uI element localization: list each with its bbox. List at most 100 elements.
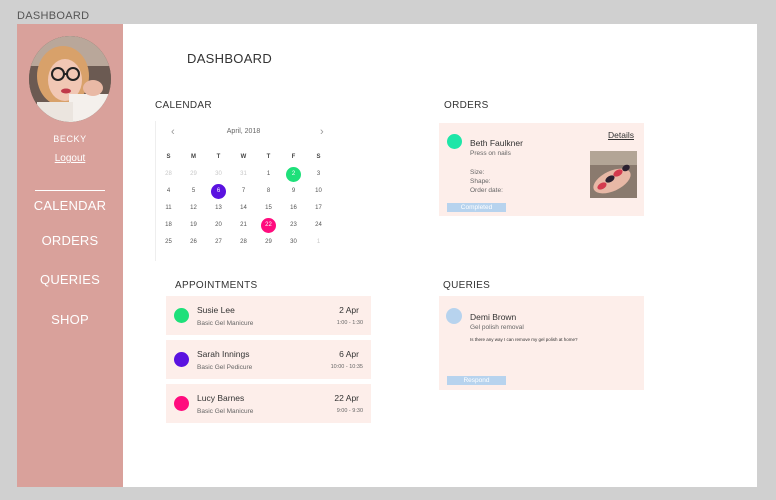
- order-product: Press on nails: [470, 150, 511, 157]
- calendar-day[interactable]: 28: [156, 166, 181, 183]
- calendar-weekday: W: [240, 154, 247, 160]
- appointment-service: Basic Gel Pedicure: [197, 364, 253, 371]
- query-card: Demi Brown Gel polish removal Is there a…: [439, 296, 644, 390]
- calendar-week-row: 28 29 30 31 1 2 3: [156, 166, 331, 183]
- calendar-day[interactable]: 14: [231, 200, 256, 217]
- calendar-day-number: 1: [266, 171, 271, 177]
- sidebar-item-shop[interactable]: SHOP: [17, 312, 123, 327]
- calendar-day-number: 9: [291, 188, 296, 194]
- calendar-day-number: 1: [316, 239, 321, 245]
- calendar-day[interactable]: 18: [156, 217, 181, 234]
- appointment-time: 1:00 - 1:30: [336, 320, 363, 326]
- calendar-day-number: 28: [165, 171, 172, 177]
- calendar-day[interactable]: 24: [306, 217, 331, 234]
- calendar-day[interactable]: 27: [206, 234, 231, 251]
- calendar-day[interactable]: 1: [256, 166, 281, 183]
- appointment-card[interactable]: Susie Lee Basic Gel Manicure 2 Apr 1:00 …: [166, 296, 371, 335]
- appointment-card[interactable]: Sarah Innings Basic Gel Pedicure 6 Apr 1…: [166, 340, 371, 379]
- order-details-link[interactable]: Details: [608, 130, 634, 140]
- calendar-day-number: 6: [216, 188, 221, 194]
- calendar-day-number: 4: [166, 188, 171, 194]
- calendar-day[interactable]: 16: [281, 200, 306, 217]
- calendar-day-number: 2: [291, 171, 296, 177]
- sidebar-item-queries[interactable]: QUERIES: [17, 272, 123, 287]
- calendar-day-number: 12: [190, 205, 197, 211]
- order-size-label: Size:: [470, 169, 485, 176]
- calendar-day-number: 28: [240, 239, 247, 245]
- calendar-day[interactable]: 25: [156, 234, 181, 251]
- calendar-day-number: 20: [215, 222, 222, 228]
- calendar-day[interactable]: 11: [156, 200, 181, 217]
- calendar-week-row: 11 12 13 14 15 16 17: [156, 200, 331, 217]
- appointment-time: 9:00 - 9:30: [336, 408, 363, 414]
- calendar-day[interactable]: 29: [181, 166, 206, 183]
- calendar-day[interactable]: 1: [306, 234, 331, 251]
- calendar-day-number: 14: [240, 205, 247, 211]
- order-date-label: Order date:: [470, 187, 503, 194]
- calendar-section-title: CALENDAR: [155, 100, 212, 111]
- calendar-day[interactable]: 30: [281, 234, 306, 251]
- calendar-day[interactable]: 31: [231, 166, 256, 183]
- order-status-dot: [447, 134, 462, 149]
- calendar-day[interactable]: 9: [281, 183, 306, 200]
- calendar-day-number: 13: [215, 205, 222, 211]
- calendar-day[interactable]: 17: [306, 200, 331, 217]
- calendar-day[interactable]: 19: [181, 217, 206, 234]
- order-customer-name: Beth Faulkner: [470, 138, 523, 148]
- calendar-day[interactable]: 5: [181, 183, 206, 200]
- logout-link[interactable]: Logout: [17, 153, 123, 164]
- calendar-day[interactable]: 4: [156, 183, 181, 200]
- calendar-day[interactable]: 30: [206, 166, 231, 183]
- appointment-date: 6 Apr: [339, 349, 359, 359]
- appointment-color-dot: [174, 308, 189, 323]
- appointment-client-name: Susie Lee: [197, 305, 235, 315]
- sidebar: BECKY Logout CALENDAR ORDERS QUERIES SHO…: [17, 24, 123, 487]
- calendar-day-number: 11: [165, 205, 172, 211]
- calendar-day-number: 25: [165, 239, 172, 245]
- order-card: Beth Faulkner Press on nails Size: Shape…: [439, 123, 644, 216]
- page-title: DASHBOARD: [187, 51, 273, 66]
- calendar-day[interactable]: 2: [281, 166, 306, 183]
- calendar-day-number: 16: [290, 205, 297, 211]
- chevron-right-icon[interactable]: ›: [320, 126, 324, 138]
- calendar-month-label: April, 2018: [226, 128, 261, 135]
- calendar-weekday: T: [216, 154, 221, 160]
- calendar-day-number: 22: [265, 222, 272, 228]
- calendar-day-number: 24: [315, 222, 322, 228]
- queries-section-title: QUERIES: [443, 280, 491, 291]
- calendar-weekday: T: [266, 154, 271, 160]
- sidebar-item-orders[interactable]: ORDERS: [17, 233, 123, 248]
- calendar-day[interactable]: 3: [306, 166, 331, 183]
- calendar-day[interactable]: 28: [231, 234, 256, 251]
- query-message: Is there any way I can remove my gel pol…: [470, 337, 578, 342]
- calendar-day[interactable]: 15: [256, 200, 281, 217]
- calendar-day[interactable]: 8: [256, 183, 281, 200]
- calendar-day[interactable]: 6: [206, 183, 231, 200]
- calendar-day-number: 8: [266, 188, 271, 194]
- calendar-widget: ‹ April, 2018 › S M T W T F S 28 29 30 31 1 2 3 4 5 6 7 8 9…: [155, 121, 330, 261]
- calendar-day-number: 19: [190, 222, 197, 228]
- calendar-day[interactable]: 21: [231, 217, 256, 234]
- calendar-day[interactable]: 29: [256, 234, 281, 251]
- calendar-week-row: 25 26 27 28 29 30 1: [156, 234, 331, 251]
- calendar-day[interactable]: 23: [281, 217, 306, 234]
- appointment-client-name: Lucy Barnes: [197, 393, 245, 403]
- order-status-badge: Completed: [447, 203, 506, 212]
- sidebar-item-calendar[interactable]: CALENDAR: [17, 198, 123, 213]
- calendar-day[interactable]: 13: [206, 200, 231, 217]
- calendar-day[interactable]: 12: [181, 200, 206, 217]
- query-topic: Gel polish removal: [470, 324, 524, 331]
- appointment-card[interactable]: Lucy Barnes Basic Gel Manicure 22 Apr 9:…: [166, 384, 371, 423]
- calendar-day[interactable]: 22: [256, 217, 281, 234]
- calendar-day[interactable]: 10: [306, 183, 331, 200]
- calendar-day[interactable]: 20: [206, 217, 231, 234]
- calendar-day-number: 29: [265, 239, 272, 245]
- calendar-day-number: 3: [316, 171, 321, 177]
- calendar-day[interactable]: 7: [231, 183, 256, 200]
- dashboard-frame: BECKY Logout CALENDAR ORDERS QUERIES SHO…: [17, 24, 757, 487]
- calendar-day-number: 10: [315, 188, 322, 194]
- nail-photo: [590, 151, 637, 198]
- calendar-day[interactable]: 26: [181, 234, 206, 251]
- respond-button[interactable]: Respond: [447, 376, 506, 385]
- appointment-client-name: Sarah Innings: [197, 349, 250, 359]
